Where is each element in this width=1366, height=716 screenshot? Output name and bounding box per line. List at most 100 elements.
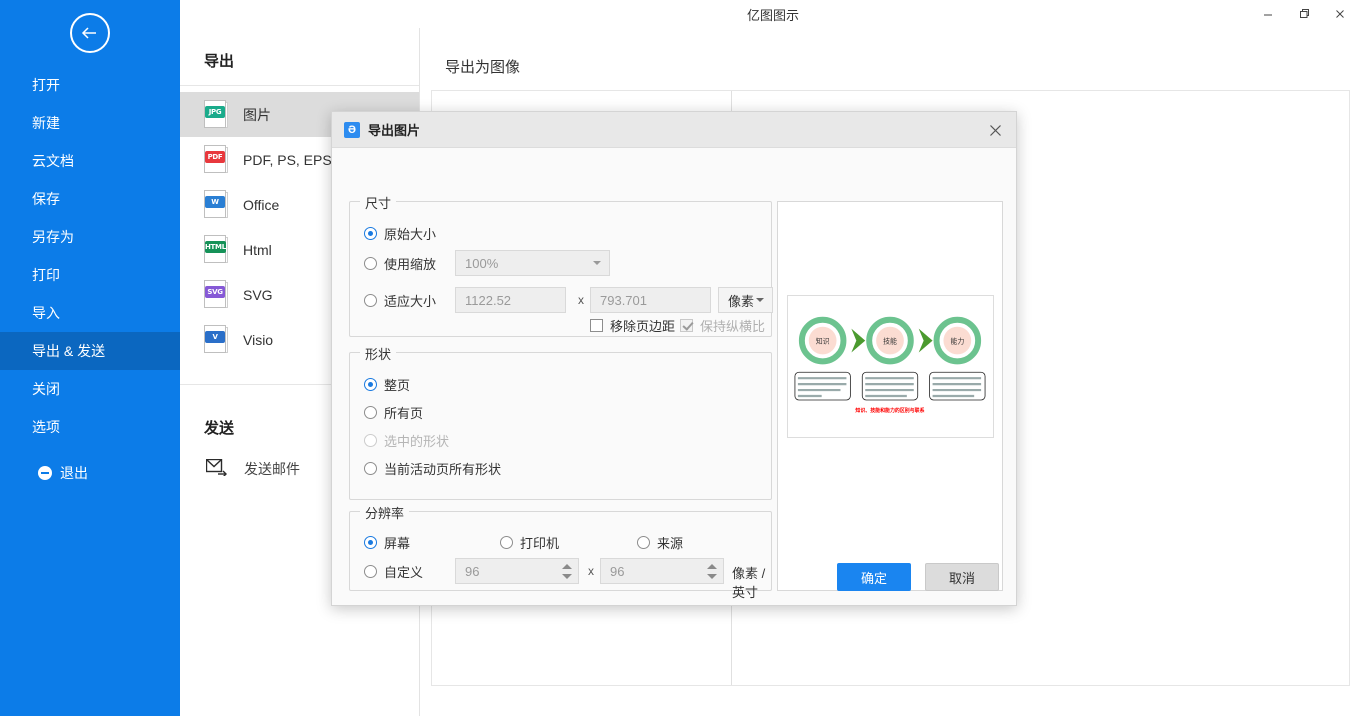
preview-panel: 知识 技能 能力 <box>777 201 1003 591</box>
radio-indicator[interactable] <box>364 536 377 549</box>
radio-indicator[interactable] <box>364 294 377 307</box>
sidebar-item-label: 打开 <box>32 75 60 95</box>
radio-whole-page[interactable]: 整页 <box>364 375 410 394</box>
checkbox-label: 保持纵横比 <box>700 316 765 335</box>
radio-indicator[interactable] <box>637 536 650 549</box>
scale-value: 100% <box>465 256 498 271</box>
minimize-icon <box>1262 8 1274 20</box>
radio-all-pages[interactable]: 所有页 <box>364 403 423 422</box>
diagram-caption-box-1 <box>795 372 850 400</box>
svg-text:能力: 能力 <box>950 337 964 346</box>
file-w-icon: W <box>204 190 229 220</box>
radio-printer[interactable]: 打印机 <box>500 533 559 552</box>
sidebar-item-5[interactable]: 打印 <box>0 256 180 294</box>
checkbox-indicator[interactable] <box>680 319 693 332</box>
radio-fit-size[interactable]: 适应大小 <box>364 291 436 310</box>
height-value: 793.701 <box>600 293 647 308</box>
resolution-legend: 分辨率 <box>360 503 409 522</box>
export-format-label: SVG <box>243 287 273 303</box>
sidebar-item-6[interactable]: 导入 <box>0 294 180 332</box>
file-svg-icon: SVG <box>204 280 229 310</box>
edraw-logo-icon: Ə <box>344 122 360 138</box>
scale-combo[interactable]: 100% <box>455 250 610 276</box>
file-jpg-icon: JPG <box>204 100 229 130</box>
sidebar-item-label: 选项 <box>32 417 60 437</box>
maximize-icon <box>1298 8 1310 20</box>
sidebar-item-4[interactable]: 另存为 <box>0 218 180 256</box>
radio-indicator[interactable] <box>500 536 513 549</box>
file-v-icon: V <box>204 325 229 355</box>
dialog-close-button[interactable] <box>978 116 1012 144</box>
unit-combo[interactable]: 像素 <box>718 287 773 313</box>
chevron-down-icon <box>756 298 764 302</box>
keep-ratio-checkbox[interactable]: 保持纵横比 <box>680 316 765 335</box>
diagram-node-1: 知识 <box>802 320 844 362</box>
sidebar-item-2[interactable]: 云文档 <box>0 142 180 180</box>
sidebar-menu: 打开新建云文档保存另存为打印导入导出 & 发送关闭选项 <box>0 66 180 446</box>
checkbox-indicator[interactable] <box>590 319 603 332</box>
dialog-body: 尺寸 原始大小 使用缩放 100% 适应大小 <box>332 148 1016 607</box>
divider <box>180 85 419 86</box>
close-button[interactable] <box>1322 1 1358 27</box>
cancel-button[interactable]: 取消 <box>925 563 999 591</box>
radio-indicator[interactable] <box>364 378 377 391</box>
radio-selected-shapes: 选中的形状 <box>364 431 449 450</box>
radio-indicator <box>364 434 377 447</box>
arrow-right-icon <box>919 329 933 353</box>
radio-label: 适应大小 <box>384 291 436 310</box>
radio-label: 打印机 <box>520 533 559 552</box>
sidebar-item-label: 导入 <box>32 303 60 323</box>
sidebar-item-3[interactable]: 保存 <box>0 180 180 218</box>
minus-circle-icon <box>38 466 52 480</box>
remove-margin-checkbox[interactable]: 移除页边距 <box>590 316 675 335</box>
radio-source[interactable]: 来源 <box>637 533 683 552</box>
export-format-label: Html <box>243 242 272 258</box>
sidebar-item-exit[interactable]: 退出 <box>0 454 180 492</box>
dialog-footer: 确定 取消 <box>332 553 1016 605</box>
radio-indicator[interactable] <box>364 406 377 419</box>
radio-indicator[interactable] <box>364 462 377 475</box>
width-input[interactable]: 1122.52 <box>455 287 566 313</box>
radio-screen[interactable]: 屏幕 <box>364 533 410 552</box>
ok-button[interactable]: 确定 <box>837 563 911 591</box>
checkbox-label: 移除页边距 <box>610 316 675 335</box>
sidebar-item-label: 新建 <box>32 113 60 133</box>
sidebar-item-9[interactable]: 选项 <box>0 408 180 446</box>
radio-active-page-shapes[interactable]: 当前活动页所有形状 <box>364 459 501 478</box>
export-format-label: PDF, PS, EPS <box>243 152 332 168</box>
width-value: 1122.52 <box>465 293 511 308</box>
sidebar: 打开新建云文档保存另存为打印导入导出 & 发送关闭选项 退出 <box>0 0 180 716</box>
dialog-title-bar: Ə 导出图片 <box>332 112 1016 148</box>
maximize-button[interactable] <box>1286 1 1322 27</box>
radio-label: 使用缩放 <box>384 254 436 273</box>
close-icon <box>989 124 1002 137</box>
sidebar-item-label: 云文档 <box>32 151 74 171</box>
radio-label: 来源 <box>657 533 683 552</box>
diagram-caption-box-3 <box>930 372 985 400</box>
diagram-caption: 知识、技能和能力的区别与联系 <box>855 407 924 414</box>
title-bar: 亿图图示 <box>180 0 1366 28</box>
sidebar-item-label: 打印 <box>32 265 60 285</box>
svg-text:知识: 知识 <box>816 337 830 346</box>
height-input[interactable]: 793.701 <box>590 287 711 313</box>
radio-label: 原始大小 <box>384 224 436 243</box>
back-button[interactable] <box>70 13 110 53</box>
export-format-label: Office <box>243 197 279 213</box>
radio-use-scale[interactable]: 使用缩放 <box>364 254 436 273</box>
radio-original-size[interactable]: 原始大小 <box>364 224 436 243</box>
minimize-button[interactable] <box>1250 1 1286 27</box>
arrow-right-icon <box>851 329 865 353</box>
sidebar-item-8[interactable]: 关闭 <box>0 370 180 408</box>
radio-label: 整页 <box>384 375 410 394</box>
export-format-label: Visio <box>243 332 273 348</box>
diagram-node-3: 能力 <box>937 320 979 362</box>
sidebar-item-1[interactable]: 新建 <box>0 104 180 142</box>
size-fieldset: 尺寸 原始大小 使用缩放 100% 适应大小 <box>349 201 772 337</box>
radio-indicator[interactable] <box>364 257 377 270</box>
sidebar-item-0[interactable]: 打开 <box>0 66 180 104</box>
radio-indicator[interactable] <box>364 227 377 240</box>
sidebar-item-7[interactable]: 导出 & 发送 <box>0 332 180 370</box>
file-pdf-icon: PDF <box>204 145 229 175</box>
file-html-icon: HTML <box>204 235 229 265</box>
export-format-label: 图片 <box>243 105 271 125</box>
